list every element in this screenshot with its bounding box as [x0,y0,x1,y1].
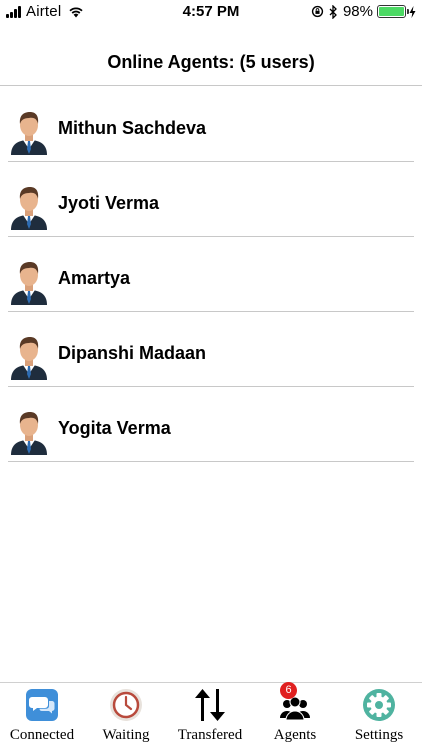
transfer-arrows-icon [195,689,225,721]
tab-label: Agents [273,727,317,743]
list-item[interactable]: Mithun Sachdeva [0,87,422,162]
agent-avatar-icon [9,334,49,380]
clock-icon [110,689,142,721]
agent-name: Mithun Sachdeva [58,118,207,138]
tab-label: Transfered [177,727,243,743]
agent-list: Mithun Sachdeva Jyoti Verma Amartya Dipa… [0,87,422,462]
notification-badge: 6 [280,682,297,699]
tab-label: Waiting [102,727,150,743]
list-item[interactable]: Amartya [0,237,422,312]
battery-percentage: 98% [342,3,373,20]
tab-settings[interactable]: Settings [337,683,421,750]
page-title: Online Agents: (5 users) [107,52,315,72]
row-divider [8,461,414,462]
status-right: 98% [311,3,416,20]
tab-connected[interactable]: Connected [0,683,84,750]
tab-agents[interactable]: 6 Agents [253,682,337,750]
tab-transfered[interactable]: Transfered [168,683,252,750]
agent-name: Dipanshi Madaan [58,343,207,363]
agent-name: Yogita Verma [58,418,171,438]
gear-icon [363,689,395,721]
charging-bolt-icon [409,5,416,18]
tab-waiting[interactable]: Waiting [84,683,168,750]
rotation-lock-icon [311,5,324,18]
bluetooth-icon [329,4,337,19]
list-item[interactable]: Dipanshi Madaan [0,312,422,387]
agent-avatar-icon [9,109,49,155]
status-bar: Airtel 4:57 PM 98% [0,0,422,24]
list-item[interactable]: Yogita Verma [0,387,422,462]
chat-bubbles-icon [26,689,58,721]
battery-icon [377,5,409,18]
agent-avatar-icon [9,184,49,230]
navigation-header: Online Agents: (5 users) [0,24,422,86]
agent-avatar-icon [9,409,49,455]
agent-avatar-icon [9,259,49,305]
agent-name: Jyoti Verma [58,193,160,213]
agent-name: Amartya [58,268,131,288]
tab-label: Settings [354,727,404,743]
tab-bar: Connected Waiting Transfered 6 Agents Se… [0,682,422,750]
list-item[interactable]: Jyoti Verma [0,162,422,237]
tab-label: Connected [9,727,75,743]
